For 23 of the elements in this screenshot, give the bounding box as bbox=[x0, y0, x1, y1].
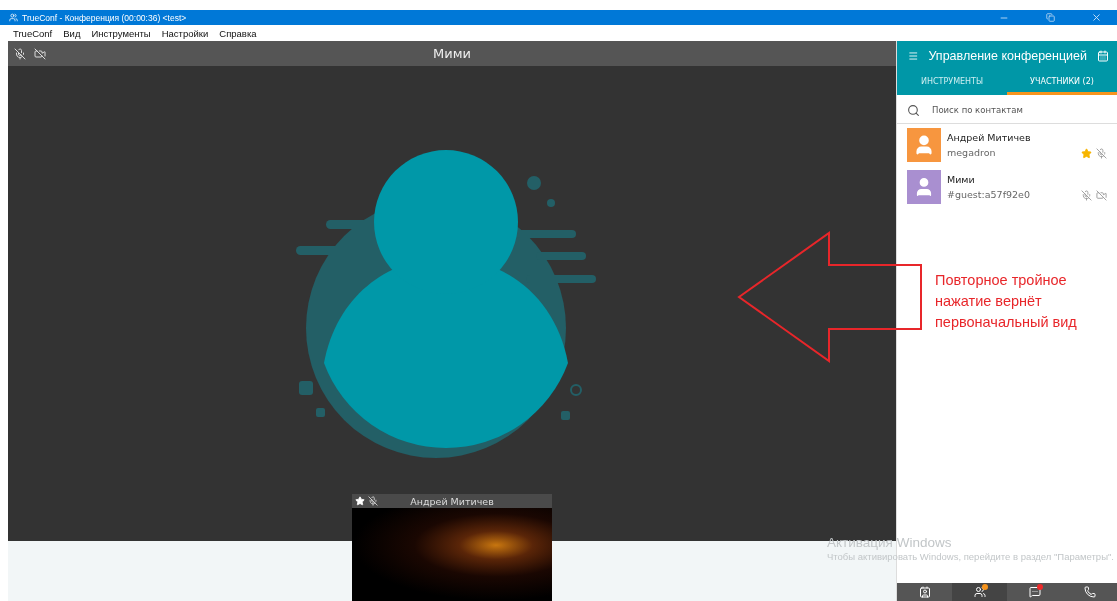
menu-item[interactable]: TrueConf bbox=[13, 27, 53, 39]
panel-title: Управление конференцией bbox=[928, 48, 1088, 63]
participant-name: Андрей Митичев bbox=[947, 132, 1032, 143]
people-icon bbox=[973, 586, 986, 598]
close-icon bbox=[1090, 12, 1102, 23]
participant-login: #guest:a57f92e0 bbox=[947, 189, 1031, 200]
participant-name: Мими bbox=[432, 46, 472, 61]
nav-button[interactable] bbox=[952, 583, 1007, 601]
search-icon bbox=[907, 103, 920, 117]
participant-name: Мими bbox=[947, 174, 976, 185]
self-view-name: Андрей Митичев bbox=[409, 495, 495, 507]
menu-item[interactable]: Справка bbox=[219, 27, 257, 39]
window-title: TrueConf - Конференция (00:00:36) <test> bbox=[22, 12, 188, 23]
restore-icon bbox=[1045, 13, 1055, 22]
tab[interactable]: УЧАСТНИКИ (2) bbox=[1007, 70, 1117, 95]
annotation-text: Повторное тройное нажатие вернёт первоначальный вид bbox=[935, 271, 1078, 332]
menu-item[interactable]: Настройки bbox=[161, 27, 209, 39]
chat-icon bbox=[1028, 586, 1041, 598]
participant-login: megadron bbox=[947, 147, 997, 158]
menu-item[interactable]: Инструменты bbox=[91, 27, 151, 39]
phone-icon bbox=[1083, 586, 1096, 598]
menu-item[interactable]: Вид bbox=[63, 27, 81, 39]
contact-card-icon bbox=[918, 586, 931, 598]
